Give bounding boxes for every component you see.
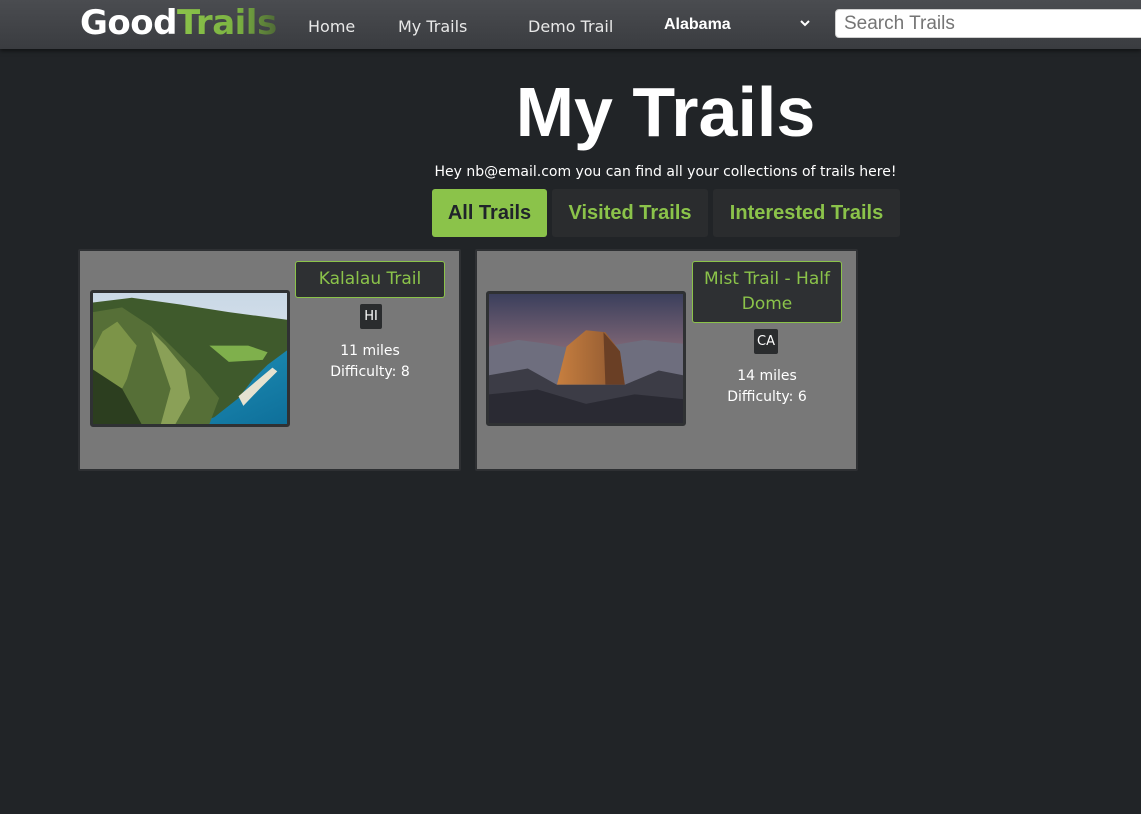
state-select[interactable]: Alabama — [655, 10, 820, 40]
search-input[interactable] — [835, 9, 1141, 38]
brand-good: Good — [80, 3, 177, 43]
state-badge: HI — [360, 304, 382, 329]
trail-difficulty: Difficulty: 6 — [727, 389, 807, 405]
trail-card: Mist Trail - Half Dome CA 14 miles Diffi… — [475, 249, 858, 471]
brand-trails: Trails — [176, 3, 277, 43]
trail-image[interactable] — [90, 290, 290, 427]
navbar: GoodTrails Home My Trails Demo Trail Ala… — [0, 0, 1141, 49]
tab-all-trails[interactable]: All Trails — [432, 189, 547, 237]
tab-interested-trails[interactable]: Interested Trails — [713, 189, 900, 237]
trail-difficulty: Difficulty: 8 — [330, 364, 410, 380]
page-subtitle: Hey nb@email.com you can find all your c… — [434, 164, 897, 180]
nav-demo-trail-link[interactable]: Demo Trail — [528, 17, 613, 36]
trail-card: Kalalau Trail HI 11 miles Difficulty: 8 — [78, 249, 461, 471]
nav-home-link[interactable]: Home — [308, 17, 355, 36]
trail-distance: 11 miles — [340, 343, 400, 359]
tab-visited-trails[interactable]: Visited Trails — [552, 189, 708, 237]
state-badge: CA — [754, 329, 778, 354]
brand-logo[interactable]: GoodTrails — [80, 3, 277, 43]
trail-distance: 14 miles — [737, 368, 797, 384]
nav-my-trails-link[interactable]: My Trails — [398, 17, 467, 36]
state-select-value: Alabama — [664, 16, 731, 33]
chevron-down-icon — [800, 20, 810, 27]
trail-image[interactable] — [486, 291, 686, 426]
page-title: My Trails — [515, 73, 816, 151]
trail-name-button[interactable]: Mist Trail - Half Dome — [692, 261, 842, 323]
trail-name-button[interactable]: Kalalau Trail — [295, 261, 445, 298]
